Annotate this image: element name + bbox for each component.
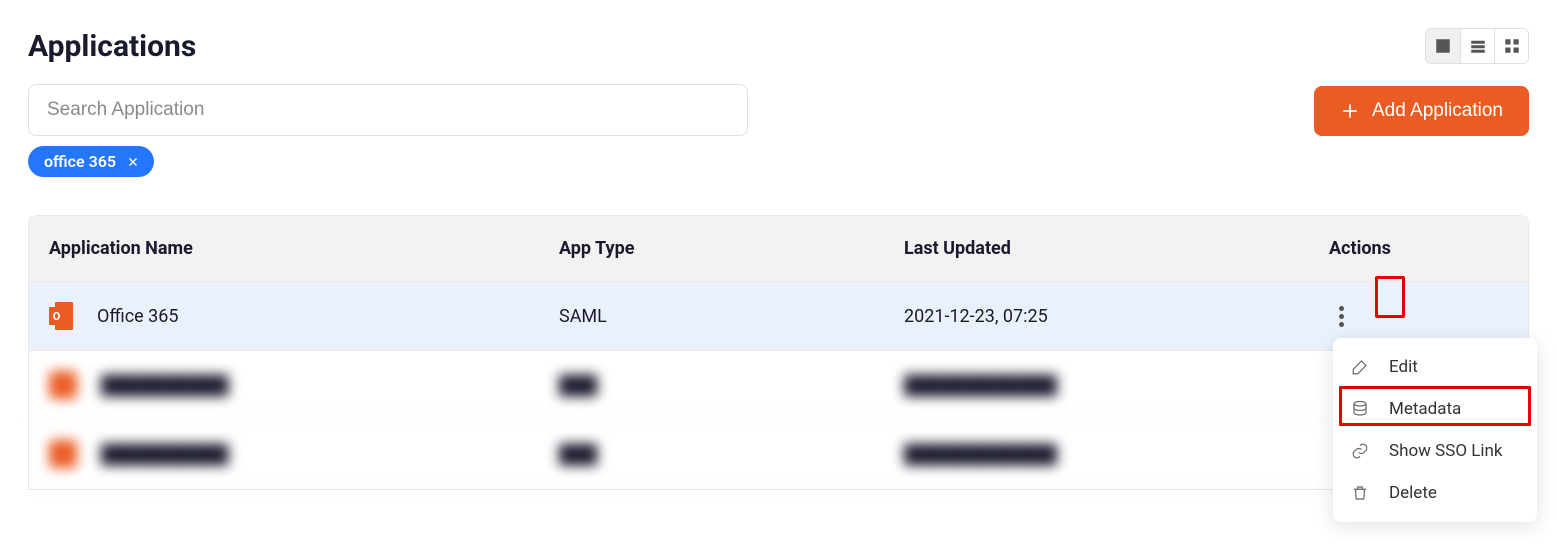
column-header-name: Application Name xyxy=(49,238,559,259)
dropdown-label: Delete xyxy=(1389,483,1437,503)
table-row: ██████████ ███ ████████████ xyxy=(29,420,1528,489)
column-header-updated: Last Updated xyxy=(904,238,1329,259)
plus-icon xyxy=(1340,101,1360,121)
filter-chip-label: office 365 xyxy=(44,152,116,171)
trash-icon xyxy=(1351,484,1369,502)
app-icon xyxy=(49,440,77,468)
add-application-button[interactable]: Add Application xyxy=(1314,86,1529,136)
app-type: ███ xyxy=(559,444,904,465)
actions-dropdown: Edit Metadata Show SSO Link Delete xyxy=(1333,338,1537,522)
add-application-label: Add Application xyxy=(1372,100,1503,122)
layout-icon xyxy=(1434,37,1452,55)
search-input[interactable] xyxy=(28,84,748,136)
dropdown-item-metadata[interactable]: Metadata xyxy=(1333,388,1537,430)
app-type: SAML xyxy=(559,306,904,327)
column-header-type: App Type xyxy=(559,238,904,259)
close-icon[interactable] xyxy=(126,155,140,169)
dropdown-label: Metadata xyxy=(1389,399,1461,419)
app-name: Office 365 xyxy=(97,306,179,327)
dropdown-item-show-sso[interactable]: Show SSO Link xyxy=(1333,430,1537,472)
grid-icon xyxy=(1503,37,1521,55)
view-grid-button[interactable] xyxy=(1494,29,1528,63)
filter-chip[interactable]: office 365 xyxy=(28,146,154,177)
view-layout-button[interactable] xyxy=(1426,29,1460,63)
page-title: Applications xyxy=(28,29,196,64)
table-row[interactable]: Office 365 SAML 2021-12-23, 07:25 xyxy=(29,282,1528,351)
app-name: ██████████ xyxy=(101,444,229,465)
app-icon xyxy=(49,371,77,399)
office-365-icon xyxy=(49,302,73,330)
app-updated: 2021-12-23, 07:25 xyxy=(904,306,1329,327)
app-updated: ████████████ xyxy=(904,375,1329,396)
table-header: Application Name App Type Last Updated A… xyxy=(29,216,1528,282)
actions-menu-button[interactable] xyxy=(1329,304,1353,328)
app-updated: ████████████ xyxy=(904,444,1329,465)
view-toggle-group xyxy=(1425,28,1529,64)
dropdown-label: Edit xyxy=(1389,357,1418,377)
link-icon xyxy=(1351,442,1369,460)
database-icon xyxy=(1351,400,1369,418)
list-icon xyxy=(1469,37,1487,55)
app-name: ██████████ xyxy=(101,375,229,396)
table-row: ██████████ ███ ████████████ xyxy=(29,351,1528,420)
pencil-icon xyxy=(1351,358,1369,376)
view-list-button[interactable] xyxy=(1460,29,1494,63)
dropdown-item-edit[interactable]: Edit xyxy=(1333,346,1537,388)
app-type: ███ xyxy=(559,375,904,396)
dropdown-item-delete[interactable]: Delete xyxy=(1333,472,1537,514)
applications-table: Application Name App Type Last Updated A… xyxy=(28,215,1529,490)
column-header-actions: Actions xyxy=(1329,238,1508,259)
dropdown-label: Show SSO Link xyxy=(1389,441,1503,461)
